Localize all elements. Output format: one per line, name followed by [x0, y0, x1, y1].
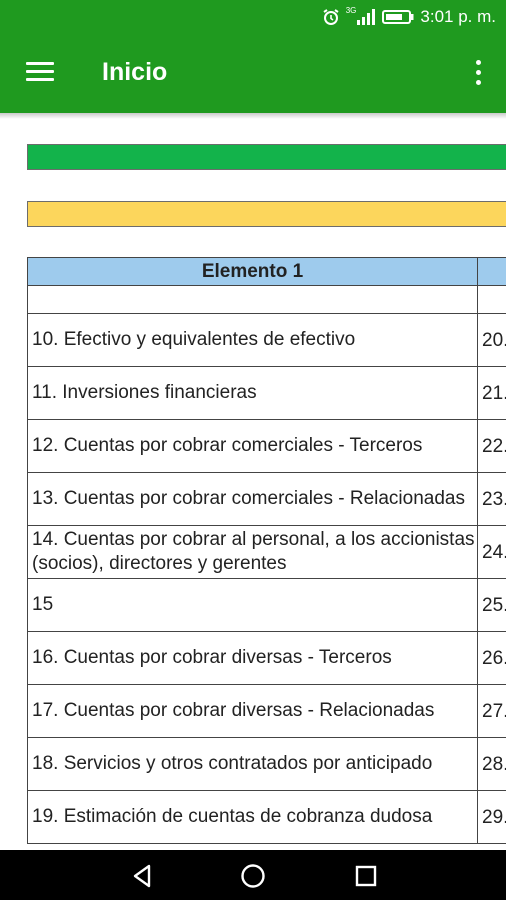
table-cell: 18. Servicios y otros contratados por an…	[27, 737, 478, 791]
table-header-cell: Elemento 1	[27, 257, 478, 286]
network-type-label: 3G	[345, 5, 357, 15]
table-row: 11. Inversiones financieras 21.	[27, 366, 506, 420]
alarm-icon	[322, 8, 340, 26]
more-vertical-icon[interactable]	[474, 60, 482, 88]
table-cell: 22.	[477, 419, 506, 473]
hamburger-menu-icon[interactable]	[26, 62, 54, 82]
status-time: 3:01 p. m.	[420, 7, 496, 26]
table-cell: 20.	[477, 313, 506, 367]
table-cell: 26.	[477, 631, 506, 685]
status-icons: 3G 3:01 p. m.	[322, 5, 496, 27]
table-row	[27, 285, 506, 314]
table-cell: 21.	[477, 366, 506, 420]
table-cell: 17. Cuentas por cobrar diversas - Relaci…	[27, 684, 478, 738]
table-cell: 13. Cuentas por cobrar comerciales - Rel…	[27, 472, 478, 526]
toolbar: Inicio	[0, 36, 506, 113]
table-row: 13. Cuentas por cobrar comerciales - Rel…	[27, 472, 506, 526]
app-bar: 3G 3:01 p. m. Inicio	[0, 0, 506, 113]
table-row: 18. Servicios y otros contratados por an…	[27, 737, 506, 791]
table-header-row: Elemento 1	[27, 257, 506, 286]
content-area[interactable]: Elemento 1 10. Efectivo y equivalentes d…	[0, 119, 506, 850]
green-bar	[27, 144, 506, 170]
table-cell: 15	[27, 578, 478, 632]
accounts-table: Elemento 1 10. Efectivo y equivalentes d…	[27, 257, 506, 844]
table-cell	[477, 285, 506, 314]
table-cell: 29.	[477, 790, 506, 844]
table-row: 12. Cuentas por cobrar comerciales - Ter…	[27, 419, 506, 473]
table-cell: 23.	[477, 472, 506, 526]
table-cell	[27, 285, 478, 314]
table-cell: 19. Estimación de cuentas de cobranza du…	[27, 790, 478, 844]
home-icon[interactable]	[239, 862, 267, 890]
table-header-cell	[477, 257, 506, 286]
table-cell: 16. Cuentas por cobrar diversas - Tercer…	[27, 631, 478, 685]
table-cell: 27. ver	[477, 684, 506, 738]
table-cell: 28.	[477, 737, 506, 791]
page-title: Inicio	[102, 58, 168, 86]
table-row: 19. Estimación de cuentas de cobranza du…	[27, 790, 506, 844]
table-cell: 12. Cuentas por cobrar comerciales - Ter…	[27, 419, 478, 473]
table-row: 10. Efectivo y equivalentes de efectivo …	[27, 313, 506, 367]
table-cell: 10. Efectivo y equivalentes de efectivo	[27, 313, 478, 367]
table-row: 17. Cuentas por cobrar diversas - Relaci…	[27, 684, 506, 738]
table-cell: 14. Cuentas por cobrar al personal, a lo…	[27, 525, 478, 579]
recents-icon[interactable]	[352, 862, 380, 890]
table-row: 16. Cuentas por cobrar diversas - Tercer…	[27, 631, 506, 685]
table-cell: 25. rep	[477, 578, 506, 632]
back-icon[interactable]	[128, 862, 156, 890]
table-cell: 11. Inversiones financieras	[27, 366, 478, 420]
table-cell: 24.	[477, 525, 506, 579]
table-row: 14. Cuentas por cobrar al personal, a lo…	[27, 525, 506, 579]
signal-icon: 3G	[345, 5, 377, 25]
status-bar: 3G 3:01 p. m.	[0, 0, 506, 36]
navigation-bar	[0, 850, 506, 900]
yellow-bar	[27, 201, 506, 227]
table-row: 15 25. rep	[27, 578, 506, 632]
battery-icon	[382, 9, 414, 25]
